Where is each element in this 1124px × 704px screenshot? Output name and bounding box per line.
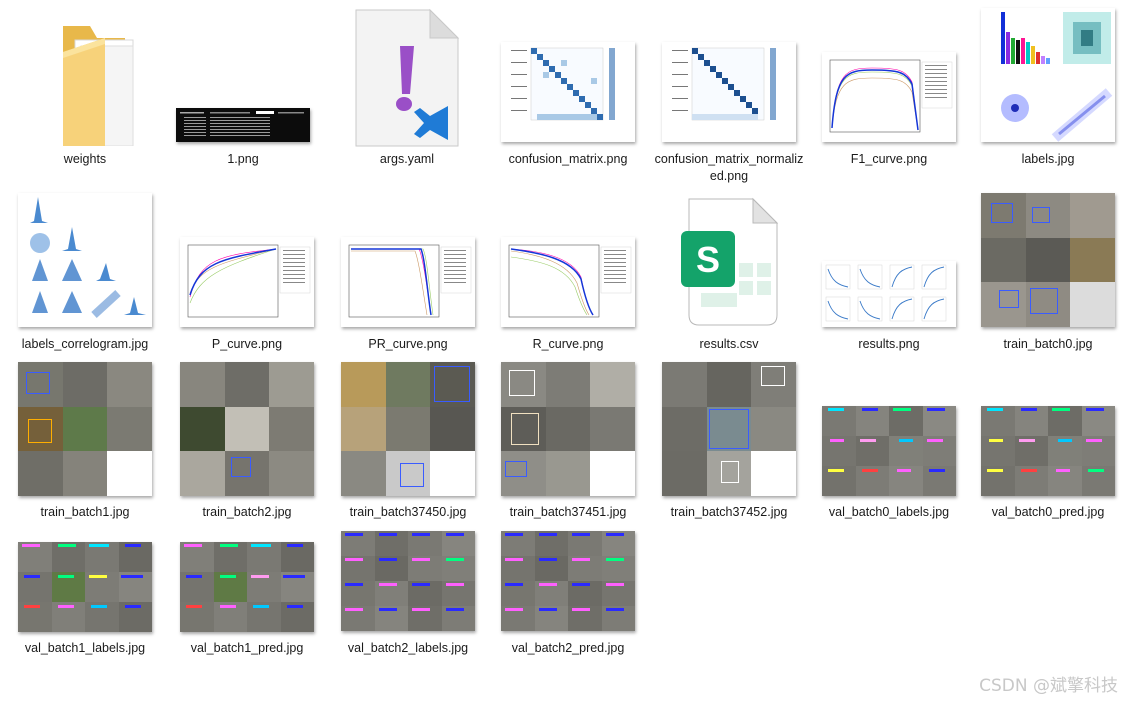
labels-plot-thumbnail — [981, 8, 1115, 142]
file-label: PR_curve.png — [368, 337, 448, 351]
csv-glyph: S — [696, 239, 720, 280]
file-label: train_batch2.jpg — [202, 505, 292, 519]
file-label: train_batch0.jpg — [1003, 337, 1093, 351]
correlogram-thumbnail — [18, 193, 152, 327]
terminal-screenshot-thumbnail — [176, 108, 310, 142]
file-label: F1_curve.png — [850, 152, 928, 166]
file-label: 1.png — [227, 152, 259, 166]
file-label: P_curve.png — [211, 337, 283, 351]
r-curve-thumbnail — [501, 237, 635, 327]
file-label: labels.jpg — [1021, 152, 1075, 166]
photo-mosaic-thumbnail — [501, 362, 635, 496]
file-label: train_batch1.jpg — [40, 505, 130, 519]
pr-curve-thumbnail — [341, 237, 475, 327]
file-label: labels_correlogram.jpg — [21, 337, 149, 351]
file-label: weights — [63, 152, 107, 166]
p-curve-thumbnail — [180, 237, 314, 327]
watermark: CSDN @斌擎科技 — [979, 676, 1118, 696]
file-label: val_batch1_labels.jpg — [24, 641, 146, 655]
photo-mosaic-thumbnail — [981, 406, 1115, 496]
confusion-matrix-thumbnail — [501, 42, 635, 142]
file-label: results.png — [858, 337, 920, 351]
folder-icon — [35, 18, 135, 146]
file-label: val_batch0_labels.jpg — [828, 505, 950, 519]
results-plot-thumbnail — [822, 261, 956, 327]
file-label: args.yaml — [379, 152, 435, 166]
photo-mosaic-thumbnail — [341, 362, 475, 496]
f1-curve-thumbnail — [822, 52, 956, 142]
photo-mosaic-thumbnail — [180, 362, 314, 496]
file-label: train_batch37450.jpg — [349, 505, 467, 519]
photo-mosaic-thumbnail — [822, 406, 956, 496]
photo-mosaic-thumbnail — [180, 542, 314, 632]
photo-mosaic-thumbnail — [341, 531, 475, 631]
photo-mosaic-thumbnail — [981, 193, 1115, 327]
photo-mosaic-thumbnail — [18, 362, 152, 496]
file-label: train_batch37452.jpg — [670, 505, 788, 519]
spreadsheet-file-icon: S — [679, 197, 779, 327]
photo-mosaic-thumbnail — [501, 531, 635, 631]
file-label: val_batch0_pred.jpg — [991, 505, 1105, 519]
confusion-matrix-normalized-thumbnail — [662, 42, 796, 142]
file-label: train_batch37451.jpg — [509, 505, 627, 519]
file-label: val_batch2_pred.jpg — [511, 641, 625, 655]
file-label: confusion_matrix_normalized.png — [654, 152, 804, 183]
yaml-file-icon — [354, 8, 460, 148]
file-label: R_curve.png — [532, 337, 604, 351]
file-label: results.csv — [699, 337, 759, 351]
file-label: val_batch2_labels.jpg — [347, 641, 469, 655]
file-label: confusion_matrix.png — [508, 152, 628, 166]
photo-mosaic-thumbnail — [18, 542, 152, 632]
file-label: val_batch1_pred.jpg — [190, 641, 304, 655]
photo-mosaic-thumbnail — [662, 362, 796, 496]
